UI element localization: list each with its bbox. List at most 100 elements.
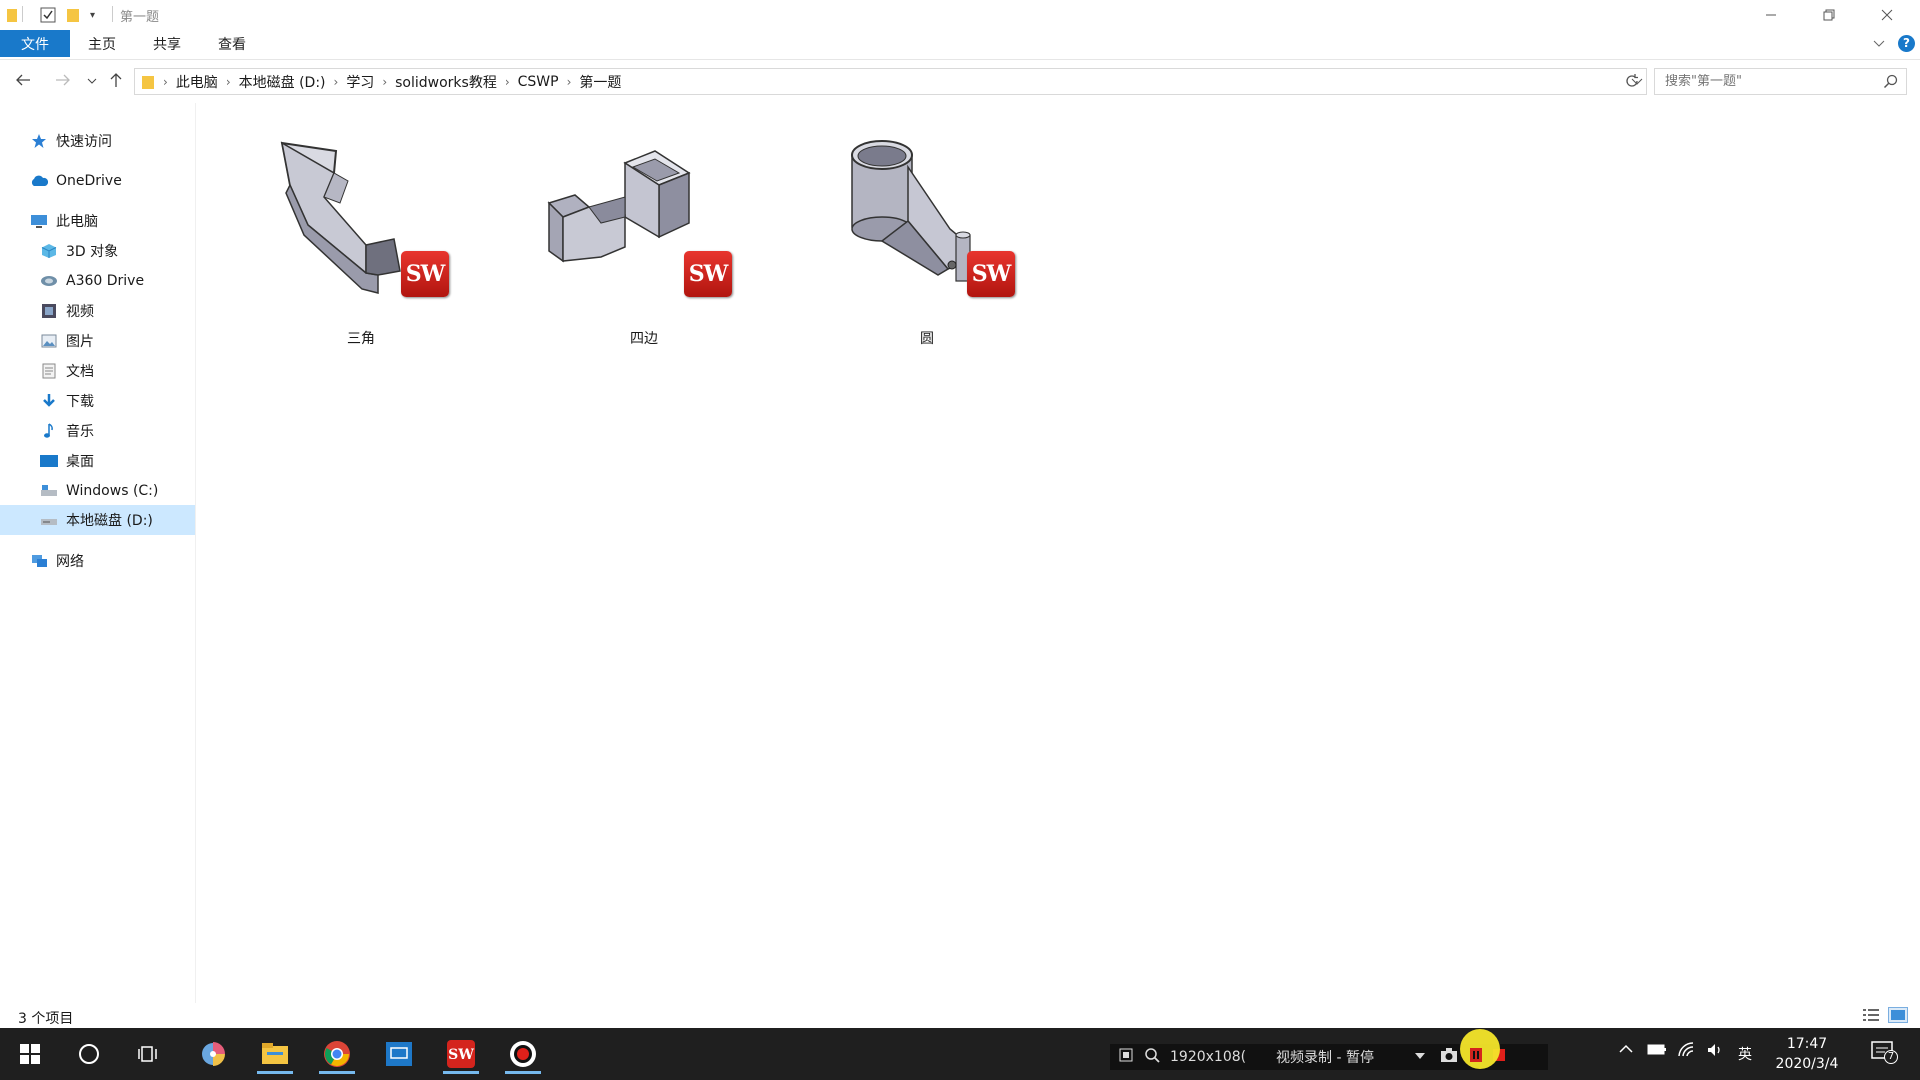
sidebar-item-label: 音乐 <box>66 424 94 440</box>
title-bar: ▾ 第一题 <box>0 0 1920 30</box>
start-button[interactable] <box>6 1034 54 1074</box>
restore-icon[interactable] <box>1800 0 1858 30</box>
active-indicator <box>257 1071 293 1074</box>
chevron-right-icon[interactable]: › <box>380 75 389 89</box>
close-icon[interactable] <box>1858 0 1916 30</box>
tab-home[interactable]: 主页 <box>80 30 124 57</box>
sidebar-item-this-pc[interactable]: 此电脑 <box>30 207 98 235</box>
breadcrumb-study[interactable]: 学习 <box>340 72 380 92</box>
active-indicator <box>319 1071 355 1074</box>
tab-view[interactable]: 查看 <box>210 30 254 57</box>
large-icons-view-icon[interactable] <box>1888 1007 1908 1023</box>
network-icon <box>30 552 48 570</box>
divider <box>22 6 23 22</box>
chevron-right-icon[interactable]: › <box>224 75 233 89</box>
search-icon[interactable] <box>65 1034 113 1074</box>
drive-icon <box>40 272 58 290</box>
properties-icon[interactable] <box>40 6 56 24</box>
pause-icon[interactable] <box>1459 1029 1500 1069</box>
battery-icon[interactable] <box>1647 1042 1667 1060</box>
up-icon[interactable] <box>108 71 124 94</box>
chevron-right-icon[interactable]: › <box>332 75 341 89</box>
back-icon[interactable] <box>14 71 32 94</box>
sidebar-item-documents[interactable]: 文档 <box>40 357 94 385</box>
sidebar-item-label: 此电脑 <box>56 214 98 230</box>
wifi-icon[interactable] <box>1678 1042 1696 1062</box>
forward-icon[interactable] <box>54 71 72 94</box>
file-name[interactable]: 圆 <box>812 328 1042 348</box>
sidebar-item-downloads[interactable]: 下载 <box>40 387 94 415</box>
clock[interactable]: 17:47 2020/3/4 <box>1762 1034 1852 1074</box>
camera-icon[interactable] <box>1440 1047 1458 1067</box>
chevron-right-icon[interactable]: › <box>503 75 512 89</box>
clock-date: 2020/3/4 <box>1775 1056 1839 1072</box>
disk-icon <box>40 482 58 500</box>
sidebar-item-label: Windows (C:) <box>66 483 159 499</box>
file-item[interactable]: SW 三角 <box>246 123 476 353</box>
sidebar-item-a360[interactable]: A360 Drive <box>40 267 144 295</box>
notification-center-icon[interactable]: 7 <box>1870 1040 1898 1068</box>
file-item[interactable]: SW 圆 <box>812 123 1042 353</box>
sidebar-item-label: OneDrive <box>56 173 122 189</box>
resolution-readout[interactable]: 1920x108( <box>1170 1049 1262 1065</box>
file-name[interactable]: 四边 <box>529 328 759 348</box>
breadcrumb-current[interactable]: 第一题 <box>573 72 627 92</box>
chevron-right-icon[interactable]: › <box>161 75 170 89</box>
tab-file[interactable]: 文件 <box>0 30 70 57</box>
ime-indicator[interactable]: 英 <box>1738 1044 1752 1064</box>
file-explorer-icon[interactable] <box>251 1034 299 1074</box>
breadcrumb-cswp[interactable]: CSWP <box>512 74 565 90</box>
file-item[interactable]: SW 四边 <box>529 123 759 353</box>
music-icon <box>40 422 58 440</box>
sidebar-item-network[interactable]: 网络 <box>30 547 84 575</box>
task-view-icon[interactable] <box>126 1034 174 1074</box>
chevron-right-icon[interactable]: › <box>565 75 574 89</box>
address-bar[interactable]: › 此电脑 › 本地磁盘 (D:) › 学习 › solidworks教程 › … <box>134 68 1647 95</box>
breadcrumb-this-pc[interactable]: 此电脑 <box>170 72 224 92</box>
folder-icon <box>141 74 155 90</box>
sidebar-item-quick-access[interactable]: 快速访问 <box>30 127 112 155</box>
chevron-down-icon[interactable] <box>1414 1049 1426 1065</box>
download-icon <box>40 392 58 410</box>
sidebar-item-3d-objects[interactable]: 3D 对象 <box>40 237 118 265</box>
show-hidden-icons-icon[interactable] <box>1618 1042 1634 1060</box>
sidebar-item-pictures[interactable]: 图片 <box>40 327 94 355</box>
remote-desktop-icon[interactable] <box>375 1034 423 1074</box>
breadcrumb-disk-d[interactable]: 本地磁盘 (D:) <box>233 72 332 92</box>
search-icon[interactable] <box>1883 74 1898 93</box>
item-count: 3 个项目 <box>18 1011 74 1027</box>
sidebar-item-label: 下载 <box>66 394 94 410</box>
screen-recorder-icon[interactable] <box>499 1034 547 1074</box>
new-folder-icon[interactable] <box>66 6 80 24</box>
solidworks-taskbar-icon[interactable]: SW <box>437 1034 485 1074</box>
search-input[interactable] <box>1665 74 1875 89</box>
help-icon[interactable]: ? <box>1898 35 1915 52</box>
details-view-icon[interactable] <box>1862 1008 1880 1026</box>
search-box[interactable] <box>1654 68 1907 95</box>
picture-icon <box>40 332 58 350</box>
sidebar-item-music[interactable]: 音乐 <box>40 417 94 445</box>
pinwheel-app-icon[interactable] <box>189 1034 237 1074</box>
sidebar-item-label: A360 Drive <box>66 273 145 289</box>
sidebar-item-label: 网络 <box>56 554 84 570</box>
file-name[interactable]: 三角 <box>246 328 476 348</box>
chrome-icon[interactable] <box>313 1034 361 1074</box>
windows-icon <box>20 1044 40 1064</box>
recent-locations-icon[interactable] <box>86 71 98 94</box>
zoom-icon[interactable] <box>1144 1047 1160 1067</box>
sidebar-item-label: 视频 <box>66 304 94 320</box>
sidebar-item-drive-d[interactable]: 本地磁盘 (D:) <box>0 505 195 535</box>
tab-share[interactable]: 共享 <box>145 30 189 57</box>
sidebar-item-onedrive[interactable]: OneDrive <box>30 167 122 195</box>
sidebar-item-desktop[interactable]: 桌面 <box>40 447 94 475</box>
breadcrumb-solidworks[interactable]: solidworks教程 <box>389 72 503 92</box>
minimize-icon[interactable] <box>1742 0 1800 30</box>
region-icon[interactable] <box>1118 1047 1134 1067</box>
volume-icon[interactable] <box>1706 1042 1724 1062</box>
refresh-icon[interactable] <box>1624 73 1640 93</box>
expand-ribbon-icon[interactable] <box>1872 36 1886 53</box>
sidebar-item-drive-c[interactable]: Windows (C:) <box>40 477 158 505</box>
sidebar-item-videos[interactable]: 视频 <box>40 297 94 325</box>
customize-toolbar-icon[interactable]: ▾ <box>90 6 95 24</box>
solidworks-icon: SW <box>401 251 449 297</box>
